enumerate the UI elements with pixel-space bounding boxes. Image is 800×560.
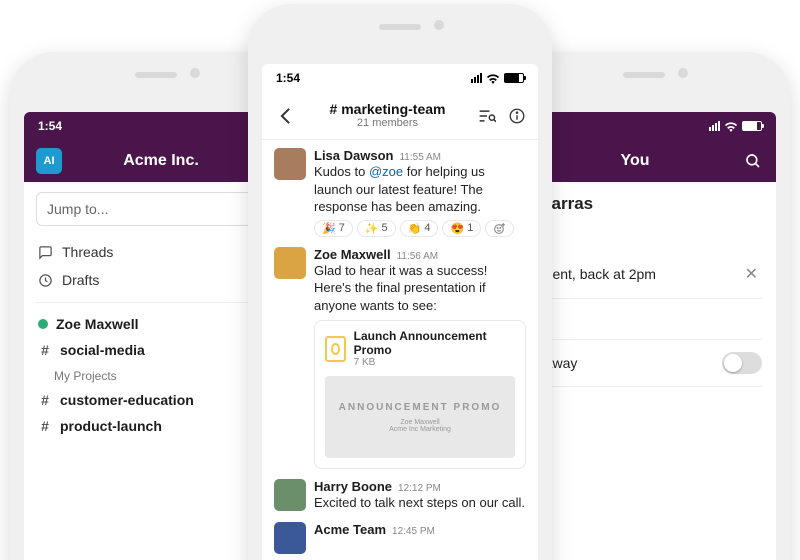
- file-attachment[interactable]: Launch Announcement Promo 7 KB ANNOUNCEM…: [314, 320, 526, 469]
- avatar[interactable]: [274, 148, 306, 180]
- filter-icon[interactable]: [478, 108, 496, 124]
- channel-customer-education-label: customer-education: [60, 392, 194, 408]
- message-text: Excited to talk next steps on our call.: [314, 494, 526, 512]
- battery-icon: [504, 73, 524, 83]
- status-row[interactable]: intment, back at 2pm ✕: [526, 250, 762, 299]
- message-author: Zoe Maxwell: [314, 247, 391, 262]
- back-button[interactable]: [274, 103, 297, 129]
- hash-icon: #: [38, 342, 52, 358]
- message[interactable]: Acme Team 12:45 PM: [274, 522, 526, 554]
- add-reaction-button[interactable]: [485, 220, 514, 237]
- message-time: 12:12 PM: [398, 483, 441, 494]
- dm-zoe[interactable]: Zoe Maxwell: [36, 311, 276, 337]
- phone-earpiece-dot: [190, 68, 200, 78]
- profile-subtitle: [526, 216, 762, 230]
- phone-notch: [623, 72, 665, 78]
- channel-product-launch[interactable]: # product-launch: [36, 413, 276, 439]
- divider: [36, 302, 276, 303]
- signal-icon: [709, 121, 720, 131]
- clear-status-button[interactable]: ✕: [741, 262, 762, 286]
- message-time: 11:56 AM: [397, 251, 439, 262]
- channel-title[interactable]: # marketing-team 21 members: [330, 102, 446, 129]
- search-icon[interactable]: [744, 152, 762, 170]
- profile-name: a Parras: [526, 194, 762, 214]
- reaction[interactable]: ✨5: [357, 220, 396, 237]
- phone-notch: [135, 72, 177, 78]
- phone-earpiece-dot: [678, 68, 688, 78]
- file-size: 7 KB: [354, 357, 515, 368]
- mention[interactable]: @zoe: [369, 164, 403, 179]
- dnd-row[interactable]: rb: [526, 299, 762, 340]
- message-author: Acme Team: [314, 522, 386, 537]
- drafts-icon: [38, 273, 54, 288]
- message-author: Lisa Dawson: [314, 148, 393, 163]
- reactions: 🎉7 ✨5 👏4 😍1: [314, 220, 526, 237]
- hash-icon: #: [38, 418, 52, 434]
- nav-drafts[interactable]: Drafts: [36, 266, 276, 294]
- nav-threads-label: Threads: [62, 244, 113, 260]
- file-type-icon: [325, 336, 346, 362]
- message-text: Glad to hear it was a success! Here's th…: [314, 262, 526, 315]
- message-time: 11:55 AM: [399, 152, 441, 163]
- channel-social-media[interactable]: # social-media: [36, 337, 276, 363]
- section-my-projects[interactable]: My Projects: [36, 363, 276, 387]
- message[interactable]: Harry Boone 12:12 PM Excited to talk nex…: [274, 479, 526, 512]
- phone-earpiece-dot: [434, 20, 444, 30]
- message-text: Kudos to @zoe for helping us launch our …: [314, 163, 526, 216]
- phone-notch: [379, 24, 421, 30]
- jump-to-input[interactable]: Jump to...: [36, 192, 276, 226]
- channel-product-launch-label: product-launch: [60, 418, 162, 434]
- message[interactable]: Lisa Dawson 11:55 AM Kudos to @zoe for h…: [274, 148, 526, 237]
- dm-zoe-label: Zoe Maxwell: [56, 316, 138, 332]
- reaction[interactable]: 🎉7: [314, 220, 353, 237]
- channel-customer-education[interactable]: # customer-education: [36, 387, 276, 413]
- signal-icon: [471, 73, 482, 83]
- workspace-name: Acme Inc.: [46, 152, 276, 170]
- you-title: You: [526, 152, 744, 170]
- status-time: 1:54: [276, 71, 300, 85]
- info-icon[interactable]: [508, 107, 526, 125]
- status-icons: [471, 73, 524, 84]
- reaction[interactable]: 😍1: [442, 220, 481, 237]
- away-toggle[interactable]: [722, 352, 762, 374]
- file-thumbnail: ANNOUNCEMENT PROMO Zoe Maxwell Acme Inc …: [325, 376, 515, 458]
- set-away-row[interactable]: as away: [526, 340, 762, 387]
- battery-icon: [742, 121, 762, 131]
- file-name: Launch Announcement Promo: [354, 329, 515, 357]
- wifi-icon: [724, 121, 738, 132]
- hash-icon: #: [38, 392, 52, 408]
- nav-drafts-label: Drafts: [62, 272, 99, 288]
- channel-social-media-label: social-media: [60, 342, 145, 358]
- presence-dot-icon: [38, 319, 48, 329]
- avatar[interactable]: [274, 247, 306, 279]
- channel-name: # marketing-team: [330, 102, 446, 117]
- avatar[interactable]: [274, 479, 306, 511]
- wifi-icon: [486, 73, 500, 84]
- avatar[interactable]: [274, 522, 306, 554]
- status-bar: 1:54: [262, 64, 538, 92]
- reaction[interactable]: 👏4: [400, 220, 439, 237]
- message-list[interactable]: Lisa Dawson 11:55 AM Kudos to @zoe for h…: [262, 140, 538, 560]
- channel-member-count: 21 members: [330, 117, 446, 129]
- message-time: 12:45 PM: [392, 526, 435, 537]
- status-time: 1:54: [38, 119, 62, 133]
- nav-threads[interactable]: Threads: [36, 238, 276, 266]
- status-icons: [709, 121, 762, 132]
- message[interactable]: Zoe Maxwell 11:56 AM Glad to hear it was…: [274, 247, 526, 470]
- channel-header: # marketing-team 21 members: [262, 92, 538, 140]
- threads-icon: [38, 245, 54, 260]
- phone-center: 1:54 # marketing-team 21 members: [248, 4, 552, 560]
- message-author: Harry Boone: [314, 479, 392, 494]
